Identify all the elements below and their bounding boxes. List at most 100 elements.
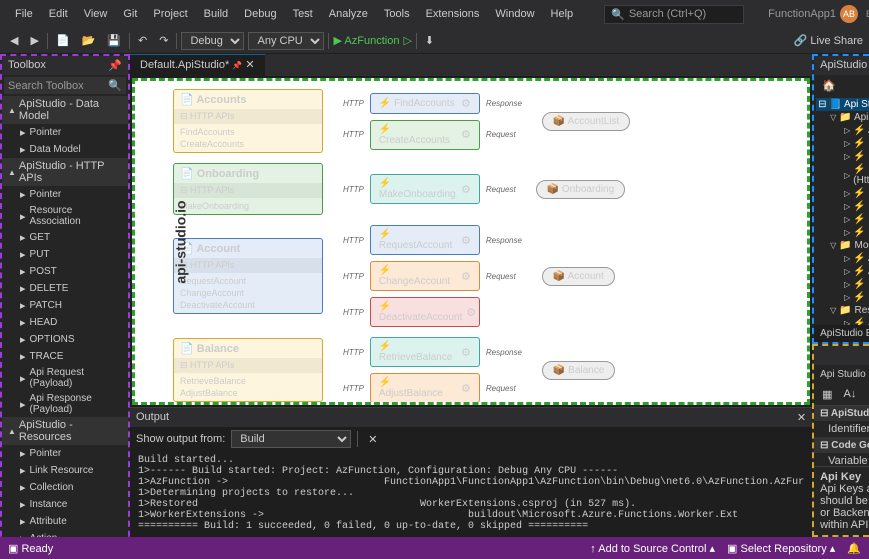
tree-root[interactable]: ⊟ 📘 Api Studio [816, 98, 869, 111]
tree-item[interactable]: ▷ ⚡ Account (Document) [816, 317, 869, 325]
toolbox-item[interactable]: ▸POST [2, 263, 128, 280]
resource-node[interactable]: 📦 Onboarding [536, 180, 626, 199]
menu-help[interactable]: Help [544, 4, 581, 24]
toolbox-group[interactable]: ▲ApiStudio - Data Model [2, 96, 128, 124]
toolbox-item[interactable]: ▸Pointer [2, 445, 128, 462]
config-select[interactable]: Debug [181, 32, 244, 50]
step-button[interactable]: ⬇ [421, 32, 438, 49]
avatar[interactable]: AB [840, 5, 858, 23]
explorer-tab[interactable]: ApiStudio Explorer [814, 325, 869, 342]
toolbox-search[interactable]: Search Toolbox🔍 [4, 77, 126, 94]
toolbox-item[interactable]: ▸OPTIONS [2, 331, 128, 348]
menu-extensions[interactable]: Extensions [419, 4, 487, 24]
categorize-icon[interactable]: ▦ [818, 386, 836, 403]
menu-project[interactable]: Project [146, 4, 194, 24]
select-repo-button[interactable]: ▣ Select Repository ▴ [727, 542, 835, 555]
tree-item[interactable]: ▷ ⚡ CreateAccounts (Http::POST) [816, 150, 869, 163]
api-group[interactable]: 📄 Account⊟ HTTP APIsRequestAccountChange… [173, 238, 323, 314]
toolbox-group[interactable]: ▲ApiStudio - HTTP APIs [2, 158, 128, 186]
clear-output-button[interactable]: ✕ [364, 431, 381, 448]
toolbox-group[interactable]: ▲ApiStudio - Resources [2, 417, 128, 445]
toolbox-item[interactable]: ▸Data Model [2, 141, 128, 158]
tree-item[interactable]: ▷ ⚡ AdjustBalance (Http::PUT) [816, 124, 869, 137]
tree-folder[interactable]: ▽ 📁 Models [816, 239, 869, 252]
save-button[interactable]: 💾 [103, 32, 125, 49]
menu-tools[interactable]: Tools [377, 4, 417, 24]
new-button[interactable]: 📄 [52, 32, 74, 49]
toolbox-item[interactable]: ▸Resource Association [2, 203, 128, 229]
close-icon[interactable]: ✕ [245, 59, 254, 71]
tree-item[interactable]: ▷ ⚡ AccountList (Data Model) [816, 265, 869, 278]
toolbox-item[interactable]: ▸Collection [2, 479, 128, 496]
action-node[interactable]: ⚡ ChangeAccount ⚙ [370, 261, 480, 291]
tree-folder[interactable]: ▽ 📁 Apis [816, 111, 869, 124]
toolbox-item[interactable]: ▸Link Resource [2, 462, 128, 479]
tree-item[interactable]: ▷ ⚡ MakeOnboarding (Http::POST) [816, 200, 869, 213]
tree-item[interactable]: ▷ ⚡ ChangeAccount (Http::PUT) [816, 137, 869, 150]
api-group[interactable]: 📄 Onboarding⊟ HTTP APIsMakeOnboarding [173, 163, 323, 215]
api-group[interactable]: 📄 Accounts⊟ HTTP APIsFindAccountsCreateA… [173, 89, 323, 153]
action-node[interactable]: ⚡ RetrieveBalance ⚙ [370, 337, 480, 367]
document-tab[interactable]: Default.ApiStudio* 📌 ✕ [130, 54, 265, 76]
undo-button[interactable]: ↶ [134, 32, 151, 49]
tree-item[interactable]: ▷ ⚡ Onboarding (Data Model) [816, 291, 869, 304]
source-control-button[interactable]: ↑ Add to Source Control ▴ [590, 542, 715, 555]
run-button[interactable]: ▶ AzFunction [333, 34, 399, 47]
tree-item[interactable]: ▷ ⚡ Balance (Data Model) [816, 278, 869, 291]
tree-item[interactable]: ▷ ⚡ Account (Data Model) [816, 252, 869, 265]
menu-analyze[interactable]: Analyze [322, 4, 375, 24]
action-node[interactable]: ⚡ RequestAccount ⚙ [370, 225, 480, 255]
toolbox-item[interactable]: ▸Api Response (Payload) [2, 391, 128, 417]
toolbox-item[interactable]: ▸TRACE [2, 348, 128, 365]
api-group[interactable]: 📄 Balance⊟ HTTP APIsRetrieveBalanceAdjus… [173, 338, 323, 402]
menu-build[interactable]: Build [197, 4, 235, 24]
tree-item[interactable]: ▷ ⚡ DeactivateAccount (Http::DELETE) [816, 163, 869, 187]
live-share-button[interactable]: 🔗 Live Share [794, 34, 863, 47]
close-icon[interactable]: ✕ [797, 411, 806, 424]
menu-debug[interactable]: Debug [237, 4, 283, 24]
action-node[interactable]: ⚡ AdjustBalance ⚙ [370, 373, 480, 403]
run-no-debug-button[interactable]: ▷ [403, 34, 411, 47]
toolbox-item[interactable]: ▸Action [2, 530, 128, 537]
prop-category[interactable]: ⊟ Code Generation [814, 438, 869, 453]
resource-node[interactable]: 📦 Balance [542, 361, 615, 380]
toolbox-item[interactable]: ▸DELETE [2, 280, 128, 297]
nav-fwd-button[interactable]: ▶ [26, 32, 42, 49]
tree-item[interactable]: ▷ ⚡ FindAccounts (Http::GET) [816, 187, 869, 200]
platform-select[interactable]: Any CPU [248, 32, 324, 50]
output-source-select[interactable]: Build [231, 430, 351, 448]
home-icon[interactable]: 🏠 [818, 77, 840, 94]
resource-node[interactable]: 📦 Account [542, 267, 615, 286]
toolbox-item[interactable]: ▸PUT [2, 246, 128, 263]
action-node[interactable]: ⚡ DeactivateAccount ⚙ [370, 297, 480, 327]
tree-item[interactable]: ▷ ⚡ RetrieveBalance (Http::GET) [816, 226, 869, 239]
menu-view[interactable]: View [77, 4, 115, 24]
pin-icon[interactable]: 📌 [108, 59, 122, 72]
menu-git[interactable]: Git [116, 4, 144, 24]
open-button[interactable]: 📂 [78, 32, 100, 49]
prop-category[interactable]: ⊟ ApiStudio Metadata [814, 406, 869, 421]
action-node[interactable]: ⚡ MakeOnboarding ⚙ [370, 174, 480, 204]
search-input[interactable]: 🔍Search (Ctrl+Q) [604, 5, 744, 24]
toolbox-item[interactable]: ▸Pointer [2, 186, 128, 203]
nav-back-button[interactable]: ◀ [6, 32, 22, 49]
menu-test[interactable]: Test [286, 4, 320, 24]
action-node[interactable]: ⚡ CreateAccounts ⚙ [370, 120, 480, 150]
menu-edit[interactable]: Edit [42, 4, 75, 24]
menu-window[interactable]: Window [488, 4, 541, 24]
redo-button[interactable]: ↷ [155, 32, 172, 49]
tree-item[interactable]: ▷ ⚡ RequestAccount (Http::GET) [816, 213, 869, 226]
resource-node[interactable]: 📦 AccountList [542, 112, 630, 131]
action-node[interactable]: ⚡ FindAccounts ⚙ [370, 93, 480, 114]
pin-icon[interactable]: 📌 [232, 61, 242, 70]
toolbox-item[interactable]: ▸Attribute [2, 513, 128, 530]
toolbox-item[interactable]: ▸GET [2, 229, 128, 246]
notifications-icon[interactable]: 🔔 [847, 542, 861, 555]
toolbox-item[interactable]: ▸Instance [2, 496, 128, 513]
toolbox-item[interactable]: ▸HEAD [2, 314, 128, 331]
toolbox-item[interactable]: ▸Api Request (Payload) [2, 365, 128, 391]
alphabetize-icon[interactable]: A↓ [840, 386, 861, 403]
toolbox-item[interactable]: ▸Pointer [2, 124, 128, 141]
toolbox-item[interactable]: ▸PATCH [2, 297, 128, 314]
menu-file[interactable]: File [8, 4, 40, 24]
